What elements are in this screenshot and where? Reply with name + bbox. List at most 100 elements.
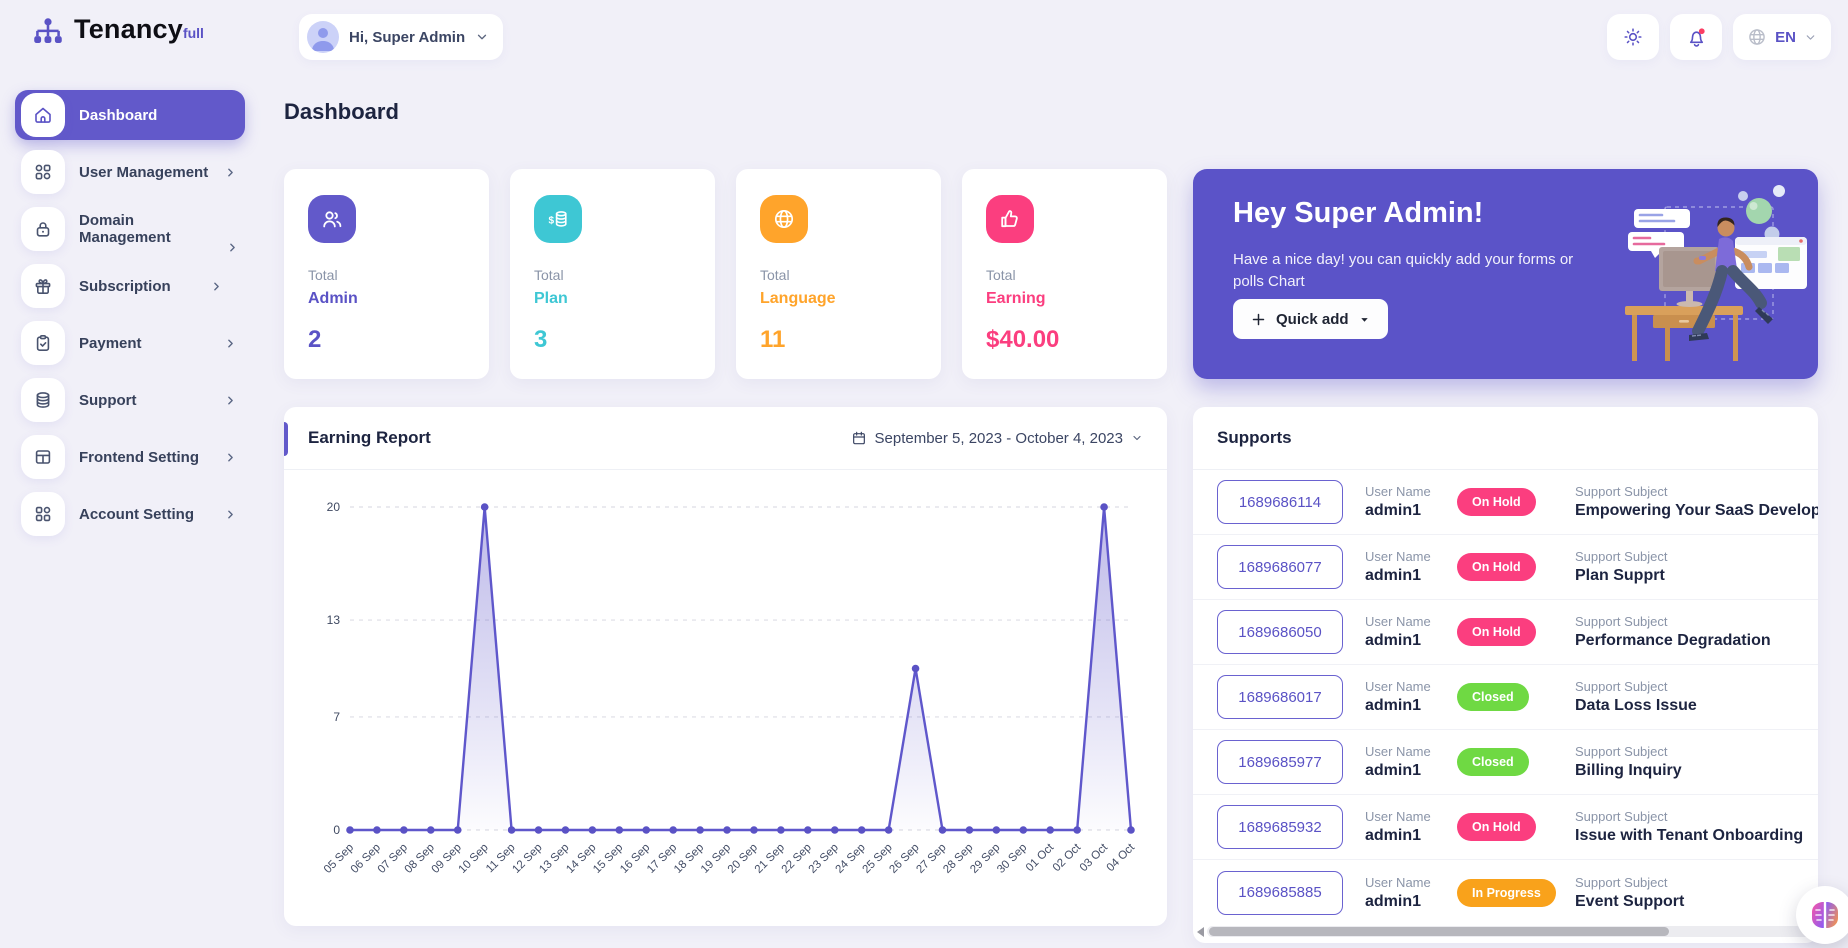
chevron-down-icon bbox=[1131, 432, 1143, 444]
ticket-id-button[interactable]: 1689685885 bbox=[1217, 871, 1343, 915]
users-icon bbox=[308, 195, 356, 243]
support-ticket-row: 1689685932 User Nameadmin1 On Hold Suppo… bbox=[1193, 795, 1818, 860]
stat-card-earning: Total Earning $40.00 bbox=[962, 169, 1167, 379]
chevron-right-icon bbox=[224, 451, 237, 464]
svg-text:01 Oct: 01 Oct bbox=[1024, 841, 1057, 874]
chevron-right-icon bbox=[224, 166, 237, 179]
calendar-icon bbox=[851, 430, 867, 446]
sidebar-item-account-setting[interactable]: Account Setting bbox=[15, 489, 245, 539]
sidebar-item-label: Domain Management bbox=[79, 212, 210, 246]
sidebar-item-label: Dashboard bbox=[79, 107, 157, 124]
subject-label: Support Subject bbox=[1575, 809, 1818, 824]
sidebar-item-dashboard[interactable]: Dashboard bbox=[15, 90, 245, 140]
subject-label: Support Subject bbox=[1575, 744, 1818, 759]
brand-name: Tenancy bbox=[74, 14, 183, 44]
svg-text:13: 13 bbox=[327, 613, 341, 627]
notifications-button[interactable] bbox=[1670, 14, 1722, 60]
sidebar-item-label: Subscription bbox=[79, 278, 171, 295]
clipboard-check-icon bbox=[21, 321, 65, 365]
user-menu[interactable]: Hi, Super Admin bbox=[299, 14, 503, 60]
svg-text:02 Oct: 02 Oct bbox=[1051, 841, 1084, 874]
chevron-right-icon bbox=[224, 508, 237, 521]
svg-text:10 Sep: 10 Sep bbox=[457, 842, 491, 876]
stat-value: 11 bbox=[760, 326, 917, 354]
sidebar-item-user-management[interactable]: User Management bbox=[15, 147, 245, 197]
scrollbar-thumb[interactable] bbox=[1209, 927, 1669, 936]
status-badge: On Hold bbox=[1457, 813, 1536, 841]
notification-bell-icon bbox=[1685, 26, 1708, 49]
date-range-selector[interactable]: September 5, 2023 - October 4, 2023 bbox=[851, 430, 1144, 447]
status-badge: In Progress bbox=[1457, 879, 1556, 907]
stat-name: Earning bbox=[986, 290, 1143, 308]
ticket-id-button[interactable]: 1689686050 bbox=[1217, 610, 1343, 654]
stat-total-label: Total bbox=[760, 267, 917, 283]
subject-value: Performance Degradation bbox=[1575, 632, 1818, 650]
theme-toggle-button[interactable] bbox=[1607, 14, 1659, 60]
chevron-right-icon bbox=[210, 280, 223, 293]
support-ticket-row: 1689686017 User Nameadmin1 Closed Suppor… bbox=[1193, 665, 1818, 730]
subject-value: Data Loss Issue bbox=[1575, 697, 1818, 715]
sidebar-item-support[interactable]: Support bbox=[15, 375, 245, 425]
supports-card: Supports 1689686114 User Nameadmin1 On H… bbox=[1193, 407, 1818, 943]
sidebar-item-label: Account Setting bbox=[79, 506, 194, 523]
ticket-id-button[interactable]: 1689686077 bbox=[1217, 545, 1343, 589]
stat-value: $40.00 bbox=[986, 326, 1143, 354]
user-name-label: User Name bbox=[1365, 679, 1457, 694]
assistant-fab-button[interactable] bbox=[1796, 886, 1848, 944]
support-ticket-row: 1689686077 User Nameadmin1 On Hold Suppo… bbox=[1193, 535, 1818, 600]
stat-name: Language bbox=[760, 290, 917, 308]
app-logo[interactable]: Tenancyfull bbox=[30, 14, 204, 52]
home-icon bbox=[21, 93, 65, 137]
chevron-right-icon bbox=[224, 337, 237, 350]
quick-add-label: Quick add bbox=[1276, 311, 1349, 328]
chevron-right-icon bbox=[226, 241, 239, 254]
welcome-title: Hey Super Admin! bbox=[1233, 197, 1483, 230]
apps-icon bbox=[21, 492, 65, 536]
scroll-left-arrow-icon bbox=[1197, 927, 1204, 937]
sidebar-item-subscription[interactable]: Subscription bbox=[15, 261, 245, 311]
user-name-value: admin1 bbox=[1365, 697, 1457, 715]
user-name-value: admin1 bbox=[1365, 762, 1457, 780]
quick-add-button[interactable]: Quick add bbox=[1233, 299, 1388, 339]
subject-value: Event Support bbox=[1575, 893, 1818, 911]
subject-label: Support Subject bbox=[1575, 484, 1818, 499]
welcome-banner: Hey Super Admin! Have a nice day! you ca… bbox=[1193, 169, 1818, 379]
user-name-value: admin1 bbox=[1365, 893, 1457, 911]
date-range-label: September 5, 2023 - October 4, 2023 bbox=[875, 430, 1124, 447]
caret-down-icon bbox=[1359, 314, 1370, 325]
svg-text:20: 20 bbox=[327, 500, 341, 514]
svg-text:7: 7 bbox=[333, 710, 340, 724]
stat-card-admin: Total Admin 2 bbox=[284, 169, 489, 379]
stat-cards: Total Admin 2 $ Total Plan 3 Total Langu… bbox=[284, 169, 1167, 379]
globe-icon bbox=[1747, 27, 1767, 47]
user-name-label: User Name bbox=[1365, 875, 1457, 890]
status-badge: On Hold bbox=[1457, 618, 1536, 646]
stat-name: Plan bbox=[534, 290, 691, 308]
ticket-id-button[interactable]: 1689686017 bbox=[1217, 675, 1343, 719]
subject-label: Support Subject bbox=[1575, 549, 1818, 564]
thumb-up-icon bbox=[986, 195, 1034, 243]
user-name-value: admin1 bbox=[1365, 632, 1457, 650]
avatar bbox=[307, 21, 339, 53]
subject-value: Empowering Your SaaS Development bbox=[1575, 502, 1818, 520]
sidebar-item-payment[interactable]: Payment bbox=[15, 318, 245, 368]
stat-total-label: Total bbox=[986, 267, 1143, 283]
layout-icon bbox=[21, 435, 65, 479]
svg-text:30 Sep: 30 Sep bbox=[995, 842, 1029, 876]
user-name-label: User Name bbox=[1365, 614, 1457, 629]
user-name-label: User Name bbox=[1365, 549, 1457, 564]
theme-sun-icon bbox=[1622, 26, 1644, 48]
horizontal-scrollbar[interactable] bbox=[1197, 925, 1812, 938]
user-name-value: admin1 bbox=[1365, 827, 1457, 845]
user-name-value: admin1 bbox=[1365, 567, 1457, 585]
ticket-id-button[interactable]: 1689686114 bbox=[1217, 480, 1343, 524]
sidebar-item-frontend-setting[interactable]: Frontend Setting bbox=[15, 432, 245, 482]
earning-chart[interactable]: 07132005 Sep06 Sep07 Sep08 Sep09 Sep10 S… bbox=[302, 485, 1147, 910]
grid-icon bbox=[21, 150, 65, 194]
ticket-id-button[interactable]: 1689685977 bbox=[1217, 740, 1343, 784]
support-ticket-row: 1689685885 User Nameadmin1 In Progress S… bbox=[1193, 860, 1818, 925]
stat-total-label: Total bbox=[308, 267, 465, 283]
ticket-id-button[interactable]: 1689685932 bbox=[1217, 805, 1343, 849]
sidebar-item-domain-management[interactable]: Domain Management bbox=[15, 204, 245, 254]
language-selector[interactable]: EN bbox=[1733, 14, 1831, 60]
